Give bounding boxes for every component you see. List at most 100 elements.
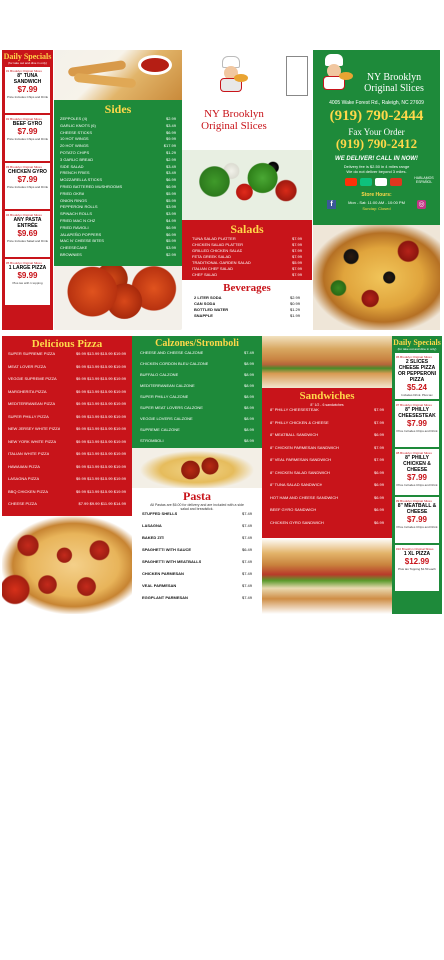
wings-photo (54, 266, 182, 330)
menu-item-price: $7.99 (291, 254, 302, 259)
menu-item-name: NEW YORK WHITE PIZZA (8, 438, 57, 444)
special-note: Price Includes Chips and Drink (396, 429, 438, 433)
special-name: 2 SLICES CHEESE PIZZA OR PEPPERONI PIZZA (397, 359, 437, 383)
menu-row: CHEF SALAD $7.99 (192, 272, 302, 277)
brand-name-line1: NY Brooklyn (204, 108, 264, 120)
menu-row: 10 HOT WINGS $9.99 (60, 136, 176, 141)
pasta-title: Pasta (183, 489, 211, 503)
menu-item-name: CHEESE AND CHEESE CALZONE (140, 350, 204, 355)
menu-item-name: FETA GREEK SALAD (192, 254, 232, 259)
menu-row: SPAGHETTI WITH MEATBALLS $7.49 (142, 559, 252, 564)
menu-row: CHEESE AND CHEESE CALZONE $7.49 (140, 350, 254, 355)
menu-item-name: 20 HOT WINGS (60, 143, 89, 149)
sides-list: ZEPPOLES (4) $2.99 GARLIC KNOTS (6) $3.49 CH… (60, 116, 176, 257)
special-card[interactable]: #6 Brooklyn Original Slices 2 SLICES CHEE… (395, 353, 439, 399)
menu-item-name: FRIED RAVIOLI (60, 224, 89, 230)
pizza-photo-bottom (2, 516, 132, 614)
daily-specials-right: Daily Specials (for take out and dine in… (392, 336, 442, 614)
menu-item-price: $2.99 (165, 251, 176, 257)
delivery-line2: We do not deliver beyond 3 miles. (346, 169, 407, 174)
menu-item-name: SPINACH ROLLS (60, 211, 93, 217)
special-card[interactable]: #2 Brooklyn Original Slices BEEF GYRO $7.9… (5, 115, 50, 161)
phone-number[interactable]: (919) 790-2444 (313, 108, 440, 125)
menu-item-name: GARLIC KNOTS (6) (60, 122, 96, 128)
menu-row: 8" VEAL PARMESAN SANDWICH $7.99 (270, 457, 384, 462)
menu-item-price: $5.99 (165, 197, 176, 203)
menu-row: SUPER PHILLY CALZONE $8.99 (140, 394, 254, 399)
special-note: Price Includes Chips and Drink (396, 483, 438, 487)
menu-item-name: CHICKEN SALAD PLATTER (192, 242, 244, 247)
mailing-panel: NY Brooklyn Original Slices (182, 50, 312, 150)
menu-row: CHICKEN SALAD PLATTER $7.99 (192, 242, 302, 247)
chef-logo-cover (319, 54, 353, 92)
menu-item-name: GRILLED CHICKEN SALAD (192, 248, 243, 253)
menu-item-price: $9.99 $13.99 $15.99 $19.99 (75, 401, 126, 406)
menu-item-name: 3 GARLIC BREAD (60, 156, 94, 162)
chef-logo-center (216, 56, 248, 94)
special-note: Price Includes Chips and Drink (6, 137, 49, 141)
menu-item-price: $7.99 (291, 242, 302, 247)
menu-item-price: $6.99 (165, 183, 176, 189)
hours-title: Store Hours: (361, 192, 392, 198)
menu-row: FRIED RAVIOLI $6.99 (60, 225, 176, 230)
instagram-icon[interactable]: ◎ (417, 200, 426, 209)
fax-number[interactable]: (919) 790-2412 (313, 136, 440, 151)
menu-item-name: VEGGIE LOVERS CALZONE (140, 416, 193, 421)
menu-item-name: NEW JERSEY WHITE PIZZA (8, 426, 61, 431)
menu-item-price: $9.99 $13.99 $15.99 $19.99 (75, 488, 126, 494)
menu-item-price: $3.99 (165, 204, 176, 210)
menu-row: ITALIAN CHEF SALAD $7.99 (192, 266, 302, 271)
cover-name-line1: NY Brooklyn (366, 72, 422, 83)
menu-item-name: CAN SODA (194, 301, 216, 306)
menu-item-name: FRIED BATTERED MUSHROOMS (60, 183, 123, 189)
sandwiches-panel: Sandwiches 8" 1/2 - 6 sandwiches 8" PHIL… (262, 388, 392, 538)
special-note: Price Includes Chips and Drink (6, 185, 49, 189)
menu-row: SUPREME CALZONE $8.99 (140, 427, 254, 432)
menu-item-price: $9.99 $13.99 $15.99 $19.99 (75, 438, 126, 444)
brand-name-line2: Original Slices (201, 120, 267, 132)
menu-row: FRIED OKRA $5.99 (60, 191, 176, 196)
daily-specials-list: #1 Brooklyn Original Slices 8" TUNA SANDW… (2, 67, 53, 305)
special-card[interactable]: #7 Brooklyn Original Slices 8" PHILLY CHE… (395, 401, 439, 447)
menu-item-price: $8.99 (243, 394, 254, 399)
calzones-panel: Calzones/Stromboli CHEESE AND CHEESE CAL… (132, 336, 262, 448)
menu-item-name: 8" TUNA SALAD SANDWICH (270, 482, 323, 487)
special-card[interactable]: #3 Brooklyn Original Slices CHICKEN GYRO $… (5, 163, 50, 209)
menu-item-price: $7.49 (241, 571, 252, 576)
special-card[interactable]: #9 Brooklyn Original Slices 8" MEATBALL &… (395, 497, 439, 543)
menu-item-name: 2 LITER SODA (194, 295, 222, 300)
menu-row: LASAGNA PIZZA $9.99 $13.99 $15.99 $19.99 (8, 476, 126, 481)
menu-row: TUNA SALAD PLATTER $7.99 (192, 236, 302, 241)
special-price: $12.99 (404, 557, 430, 566)
menu-item-price: $7.49 (241, 595, 252, 600)
special-card[interactable]: #5 Brooklyn Original Slices 1 LARGE PIZZA… (5, 259, 50, 305)
special-card[interactable]: #1 Brooklyn Original Slices 8" TUNA SANDW… (5, 67, 50, 113)
menu-item-name: MAC N' CHEESE BITES (60, 238, 104, 244)
pasta-list: STUFFED SHELLS $7.49 LASAGNA $7.49 BAKED ZIT… (142, 511, 252, 600)
menu-item-price: $8.99 (243, 427, 254, 432)
special-card[interactable]: #4 Brooklyn Original Slices ANY PASTA ENT… (5, 211, 50, 257)
special-name: 8" MEATBALL & CHEESE (397, 503, 437, 515)
special-card[interactable]: #8 Brooklyn Original Slices 8" PHILLY CHI… (395, 449, 439, 495)
menu-item-name: SUPER MEAT LOVERS CALZONE (140, 405, 203, 410)
menu-row: 20 HOT WINGS $17.99 (60, 143, 176, 148)
cover-name-line2: Original Slices (364, 83, 424, 94)
menu-item-price: $3.99 (165, 211, 176, 217)
menu-item-price: $7.99 (373, 457, 384, 462)
sub-photo-top (262, 336, 392, 388)
menu-item-name: BBQ CHICKEN PIZZA (8, 488, 49, 494)
menu-item-price: $8.99 (243, 438, 254, 443)
special-name: 8" PHILLY CHICKEN & CHEESE (403, 455, 431, 473)
menu-item-name: BAKED ZITI (142, 535, 165, 540)
special-name: 8" TUNA SANDWICH (13, 73, 42, 85)
menu-row: MEDITERRANEAN CALZONE $8.99 (140, 383, 254, 388)
menu-item-name: STROMBOLI (140, 438, 164, 443)
menu-item-name: TUNA SALAD PLATTER (192, 236, 236, 241)
special-card[interactable]: #10 Brooklyn Original Slices 1 XL PIZZA $1… (395, 545, 439, 591)
menu-item-name: SPAGHETTI WITH SAUCE (142, 547, 192, 552)
menu-item-price: $9.99 $13.99 $15.99 $19.99 (75, 363, 126, 369)
menu-row: SNAPPLE $1.99 (194, 313, 300, 318)
menu-item-name: 10 HOT WINGS (60, 136, 89, 142)
menu-row: STUFFED SHELLS $7.49 (142, 511, 252, 516)
menu-item-name: SUPER PHILLY CALZONE (140, 394, 189, 399)
